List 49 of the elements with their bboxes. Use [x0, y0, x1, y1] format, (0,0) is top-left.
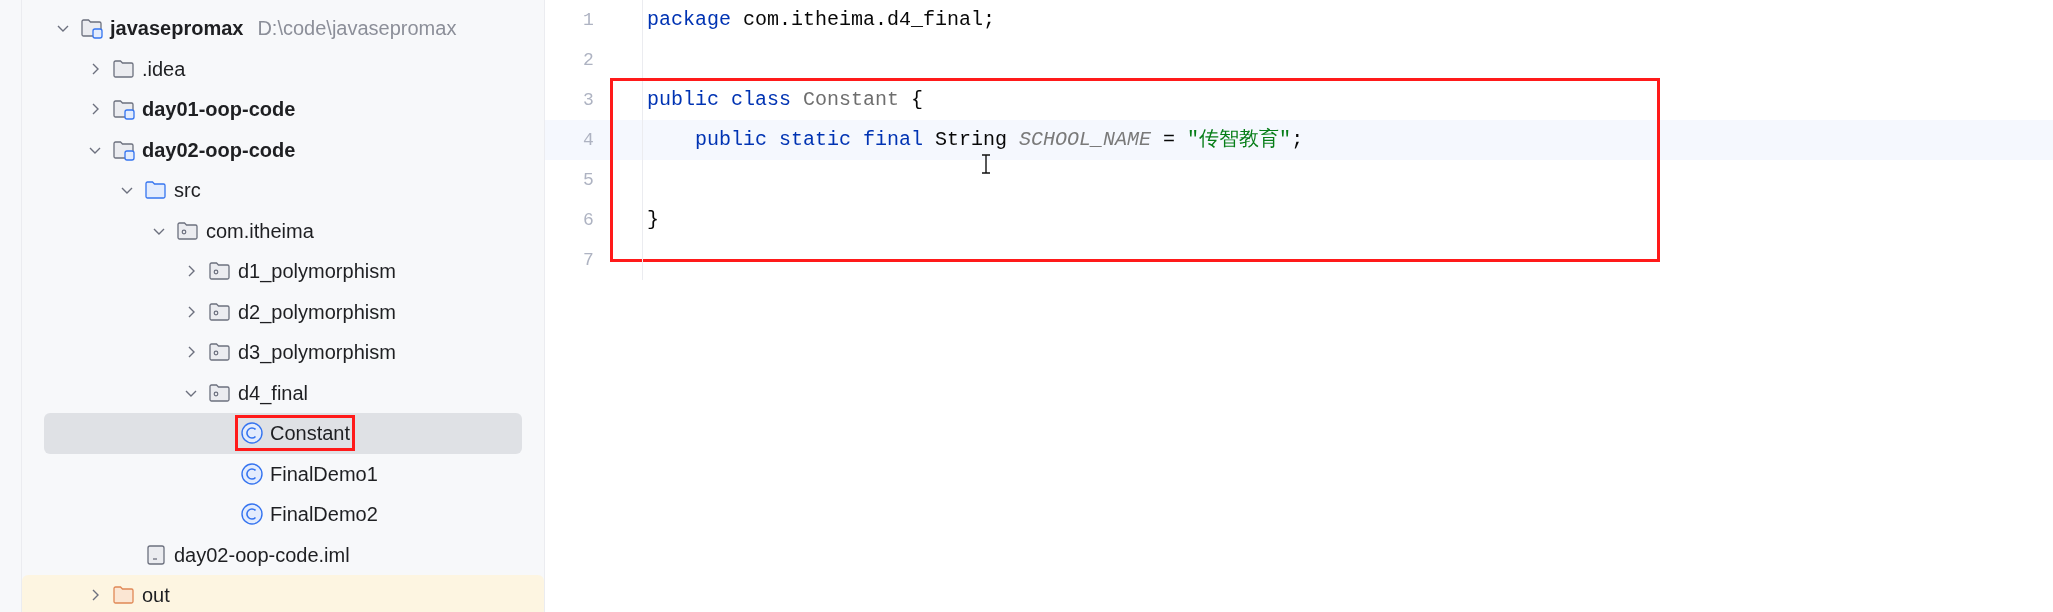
tree-item-label: d2_polymorphism: [238, 299, 396, 326]
tree-row[interactable]: day02-oop-code: [44, 129, 522, 170]
line-number: 2: [582, 48, 595, 72]
tree-item-label: d4_final: [238, 380, 309, 407]
line-number: 5: [582, 168, 595, 192]
line-number: 1: [582, 8, 595, 32]
tree-row[interactable]: .idea: [44, 48, 522, 89]
module-folder-icon: [80, 16, 104, 41]
tree-row[interactable]: d4_final: [44, 372, 522, 413]
tree-item-label: out: [142, 583, 170, 609]
class-icon: [240, 421, 264, 446]
tree-item-label: com.itheima: [206, 218, 314, 244]
class-icon: [240, 461, 264, 486]
tree-item-label: .idea: [142, 56, 186, 82]
project-path: D:\code\javasepromax: [257, 16, 457, 42]
selected-tree-row[interactable]: Constant: [44, 413, 522, 454]
tree-item-label: FinalDemo1: [270, 461, 378, 487]
line-number: 4: [582, 128, 595, 152]
code-line: }: [647, 207, 659, 233]
tree-row[interactable]: d2_polymorphism: [44, 291, 522, 332]
tree-row[interactable]: src: [44, 170, 522, 211]
code-line: public static final String SCHOOL_NAME = "传智教育";: [694, 127, 1304, 153]
tree-row[interactable]: com.itheima: [44, 210, 522, 251]
tree-row[interactable]: FinalDemo2: [44, 494, 522, 535]
tree-item-label: FinalDemo2: [270, 502, 378, 528]
tree-item-label: d3_polymorphism: [238, 340, 396, 366]
tree-item-label: d1_polymorphism: [238, 259, 396, 285]
tree-item-label: Constant: [270, 421, 351, 447]
tree-item-label: day01-oop-code: [142, 97, 296, 123]
tree-item-label: javasepromax: [110, 16, 244, 42]
line-number: 7: [582, 248, 595, 272]
file-icon: [144, 542, 168, 567]
text-cursor-icon: [981, 154, 991, 174]
class-icon: [240, 502, 264, 527]
tree-row[interactable]: FinalDemo1: [44, 453, 522, 494]
tree-item-label: day02-oop-code.iml: [174, 542, 350, 568]
line-number: 6: [582, 208, 595, 232]
tree-item-label: src: [174, 178, 201, 204]
tree-item-label: day02-oop-code: [142, 137, 296, 163]
excluded-tree-row[interactable]: out: [22, 575, 544, 612]
tree-row[interactable]: javasepromax D:\code\javasepromax: [44, 8, 522, 49]
code-line: package com.itheima.d4_final;: [647, 7, 996, 33]
tree-row[interactable]: d1_polymorphism: [44, 251, 522, 292]
tree-row[interactable]: day02-oop-code.iml: [44, 534, 522, 575]
line-number: 3: [582, 88, 595, 112]
module-folder-icon: [112, 97, 136, 122]
tree-row[interactable]: d3_polymorphism: [44, 332, 522, 373]
code-line: public class Constant {: [647, 87, 924, 113]
tree-row[interactable]: day01-oop-code: [44, 89, 522, 130]
